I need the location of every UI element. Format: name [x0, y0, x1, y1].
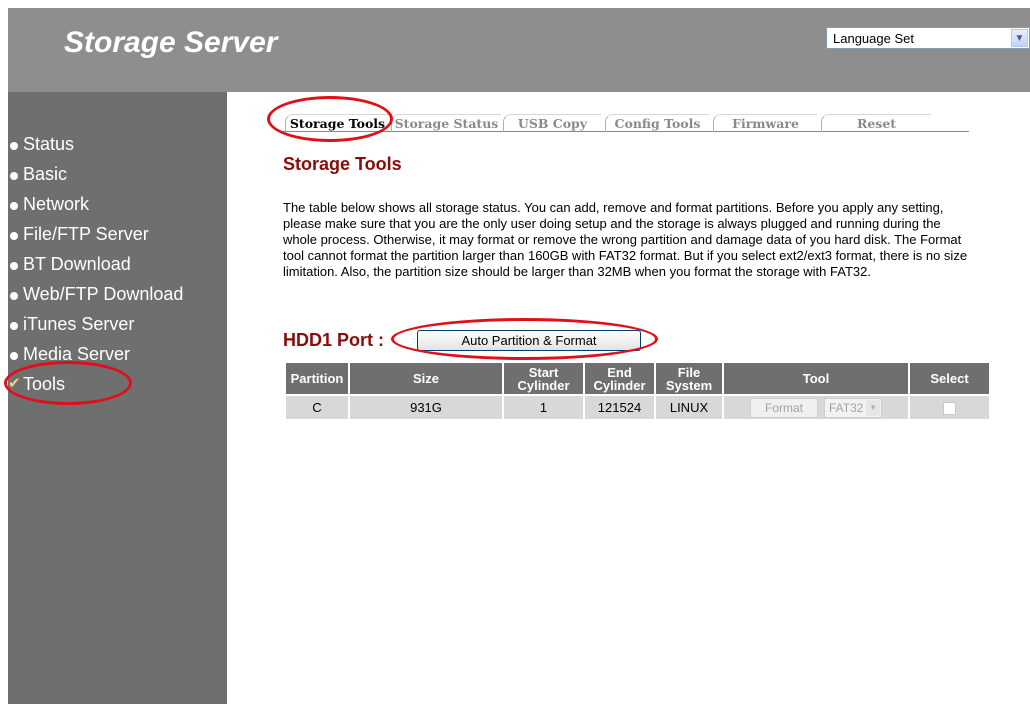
app-title: Storage Server [64, 26, 278, 59]
sidebar-item-label: BT Download [23, 254, 131, 274]
bullet-icon [10, 262, 18, 270]
cell-partition: C [286, 396, 348, 419]
header-bar: Storage Server Language Set ▼ [8, 8, 1030, 92]
sidebar-item-label: Web/FTP Download [23, 284, 184, 304]
cell-size: 931G [350, 396, 502, 419]
sidebar-item-label: Media Server [23, 344, 131, 364]
hdd-port-title: HDD1 Port : [283, 330, 385, 350]
select-checkbox[interactable] [943, 402, 956, 416]
cell-start-cylinder: 1 [504, 396, 583, 419]
bullet-icon [10, 352, 18, 360]
checkmark-icon: ✔ [8, 375, 21, 392]
col-start-cylinder: Start Cylinder [504, 363, 583, 394]
bullet-icon [10, 202, 18, 210]
sidebar-item-label: Network [23, 194, 90, 214]
intro-text: The table below shows all storage status… [283, 200, 968, 279]
bullet-icon [10, 142, 18, 150]
bullet-icon [10, 292, 18, 300]
col-size: Size [350, 363, 502, 394]
bullet-icon [10, 322, 18, 330]
format-type-value: FAT32 [829, 400, 864, 415]
format-type-select[interactable]: FAT32 ▼ [824, 397, 882, 418]
page-title: Storage Tools [283, 154, 402, 174]
tab-reset[interactable]: Reset [821, 114, 931, 132]
tab-config-tools[interactable]: Config Tools [605, 114, 709, 132]
tab-usb-copy[interactable]: USB Copy [503, 114, 601, 132]
table-header-row: Partition Size Start Cylinder End Cylind… [286, 363, 989, 394]
cell-file-system: LINUX [656, 396, 722, 419]
tab-storage-status[interactable]: Storage Status [391, 114, 501, 132]
language-select[interactable]: Language Set ▼ [826, 27, 1030, 49]
auto-partition-format-button[interactable]: Auto Partition & Format [417, 330, 641, 351]
col-end-cylinder: End Cylinder [585, 363, 654, 394]
language-select-value: Language Set [833, 31, 914, 46]
sidebar-item-label: File/FTP Server [23, 224, 149, 244]
main-content: Storage Tools Storage Status USB Copy Co… [227, 92, 1030, 704]
sidebar-item-label: Status [23, 134, 75, 154]
bullet-icon [10, 172, 18, 180]
sidebar-item-label: Tools [23, 374, 66, 394]
sidebar-item-label: iTunes Server [23, 314, 135, 334]
format-button[interactable]: Format [750, 397, 818, 418]
sidebar-item-label: Basic [23, 164, 68, 184]
col-select: Select [910, 363, 989, 394]
cell-tool: Format FAT32 ▼ [724, 396, 908, 419]
col-tool: Tool [724, 363, 908, 394]
sidebar: Status Basic Network File/FTP Server BT … [8, 92, 227, 704]
table-row: C 931G 1 121524 LINUX Format FAT32 ▼ [286, 396, 989, 419]
chevron-down-icon: ▼ [866, 399, 880, 416]
tab-storage-tools[interactable]: Storage Tools [285, 114, 389, 132]
tab-firmware[interactable]: Firmware [713, 114, 817, 132]
cell-end-cylinder: 121524 [585, 396, 654, 419]
storage-table: Partition Size Start Cylinder End Cylind… [284, 361, 991, 421]
col-partition: Partition [286, 363, 348, 394]
bullet-icon [10, 232, 18, 240]
chevron-down-icon[interactable]: ▼ [1011, 29, 1028, 47]
col-file-system: File System [656, 363, 722, 394]
tab-bar: Storage Tools Storage Status USB Copy Co… [283, 114, 969, 132]
cell-select [910, 396, 989, 419]
